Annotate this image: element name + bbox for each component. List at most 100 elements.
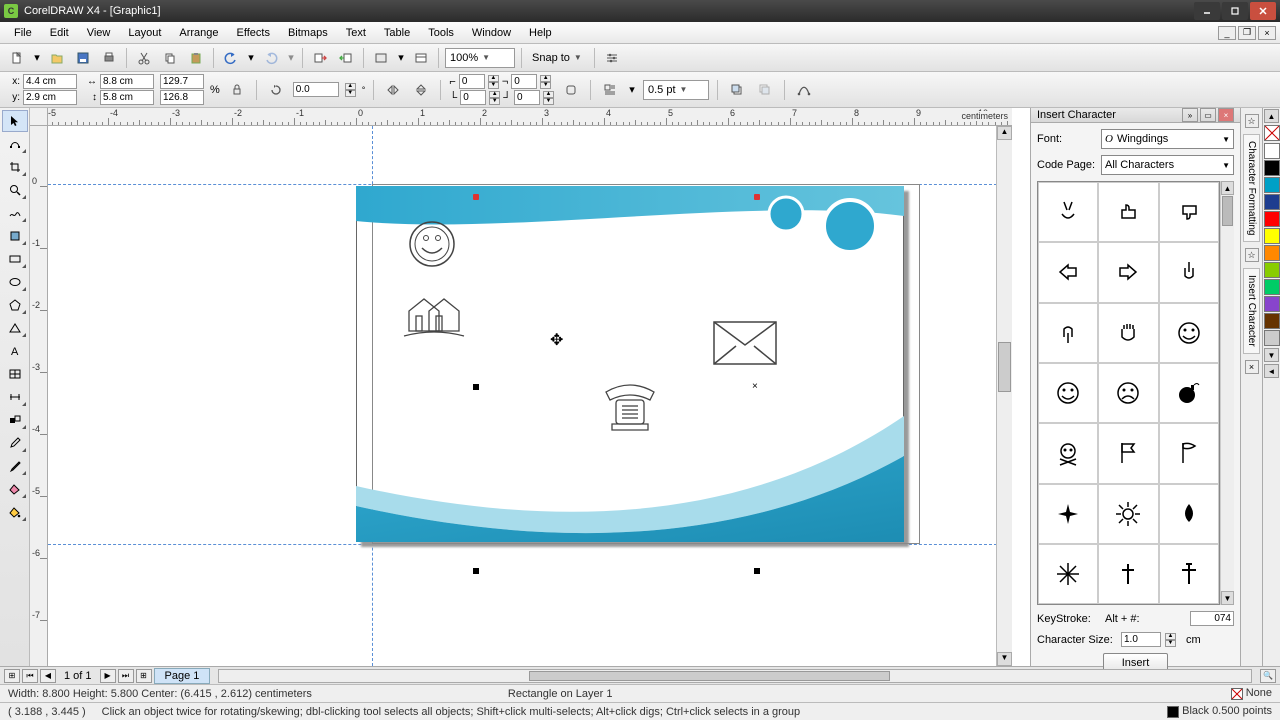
open-button[interactable] bbox=[46, 47, 68, 69]
cut-button[interactable] bbox=[133, 47, 155, 69]
to-front-button[interactable] bbox=[726, 79, 748, 101]
rotation-input[interactable] bbox=[293, 82, 339, 97]
shape-tool[interactable] bbox=[2, 133, 28, 155]
font-combo[interactable]: OWingdings▼ bbox=[1101, 129, 1234, 149]
round-corners-together-button[interactable] bbox=[560, 79, 582, 101]
selection-handle[interactable] bbox=[754, 568, 760, 574]
corner-tr-input[interactable] bbox=[511, 74, 537, 89]
undo-dropdown[interactable]: ▾ bbox=[246, 51, 256, 64]
paste-button[interactable] bbox=[185, 47, 207, 69]
welcome-button[interactable] bbox=[410, 47, 432, 69]
corner-tl-input[interactable] bbox=[459, 74, 485, 89]
options-button[interactable] bbox=[601, 47, 623, 69]
basic-shapes-tool[interactable] bbox=[2, 317, 28, 339]
node-handle[interactable] bbox=[473, 194, 479, 200]
corner-br-input[interactable] bbox=[514, 90, 540, 105]
char-cell[interactable] bbox=[1038, 484, 1098, 544]
y-input[interactable] bbox=[23, 90, 77, 105]
menu-layout[interactable]: Layout bbox=[120, 24, 169, 42]
page-first-button[interactable]: ⏮ bbox=[22, 669, 38, 683]
mirror-v-button[interactable] bbox=[410, 79, 432, 101]
canvas-hscroll[interactable] bbox=[218, 669, 1252, 683]
codepage-combo[interactable]: All Characters▼ bbox=[1101, 155, 1234, 175]
node-handle[interactable] bbox=[754, 194, 760, 200]
text-tool[interactable]: A bbox=[2, 340, 28, 362]
char-cell[interactable] bbox=[1159, 242, 1219, 302]
menu-help[interactable]: Help bbox=[521, 24, 560, 42]
outline-width-combo[interactable]: 0.5 pt▼ bbox=[643, 80, 709, 100]
rotation-spinner[interactable]: ▲▼ bbox=[345, 83, 356, 97]
copy-button[interactable] bbox=[159, 47, 181, 69]
color-swatch[interactable] bbox=[1264, 228, 1280, 244]
char-cell[interactable] bbox=[1038, 423, 1098, 483]
docker-titlebar[interactable]: Insert Character » ▭ × bbox=[1031, 108, 1240, 123]
corner-bl-input[interactable] bbox=[460, 90, 486, 105]
menu-edit[interactable]: Edit bbox=[42, 24, 77, 42]
dimension-tool[interactable] bbox=[2, 386, 28, 408]
char-cell[interactable] bbox=[1159, 363, 1219, 423]
page-add-after-button[interactable]: ⊞ bbox=[136, 669, 152, 683]
ellipse-tool[interactable] bbox=[2, 271, 28, 293]
selection-handle[interactable] bbox=[473, 568, 479, 574]
x-input[interactable] bbox=[23, 74, 77, 89]
lock-ratio-button[interactable] bbox=[226, 79, 248, 101]
no-fill-swatch[interactable] bbox=[1264, 125, 1280, 141]
corner-spinner[interactable]: ▲▼ bbox=[488, 75, 499, 89]
tabstrip-close-button[interactable]: × bbox=[1245, 360, 1259, 374]
char-cell[interactable] bbox=[1159, 544, 1219, 604]
smart-fill-tool[interactable] bbox=[2, 225, 28, 247]
page-add-button[interactable]: ⊞ bbox=[4, 669, 20, 683]
tab-char-formatting[interactable]: Character Formatting bbox=[1243, 134, 1260, 242]
pick-tool[interactable] bbox=[2, 110, 28, 132]
snap-combo[interactable]: Snap to▼ bbox=[528, 48, 588, 68]
scale-y-input[interactable] bbox=[160, 90, 204, 105]
char-cell[interactable] bbox=[1159, 303, 1219, 363]
char-cell[interactable] bbox=[1098, 544, 1158, 604]
palette-up-button[interactable]: ▲ bbox=[1264, 109, 1279, 123]
mdi-close-button[interactable]: × bbox=[1258, 26, 1276, 40]
menu-bitmaps[interactable]: Bitmaps bbox=[280, 24, 336, 42]
convert-curves-button[interactable] bbox=[793, 79, 815, 101]
char-cell[interactable] bbox=[1159, 423, 1219, 483]
char-cell[interactable] bbox=[1159, 484, 1219, 544]
outline-indicator[interactable]: Black 0.500 points bbox=[1167, 705, 1272, 717]
mirror-h-button[interactable] bbox=[382, 79, 404, 101]
print-button[interactable] bbox=[98, 47, 120, 69]
new-button[interactable] bbox=[6, 47, 28, 69]
minimize-button[interactable] bbox=[1194, 2, 1220, 20]
menu-table[interactable]: Table bbox=[376, 24, 418, 42]
wrap-text-button[interactable] bbox=[599, 79, 621, 101]
menu-arrange[interactable]: Arrange bbox=[171, 24, 226, 42]
zoom-combo[interactable]: 100%▼ bbox=[445, 48, 515, 68]
page-prev-button[interactable]: ◀ bbox=[40, 669, 56, 683]
docker-close-button[interactable]: × bbox=[1218, 108, 1234, 122]
save-button[interactable] bbox=[72, 47, 94, 69]
char-scroll[interactable]: ▲▼ bbox=[1220, 181, 1234, 605]
char-cell[interactable] bbox=[1098, 182, 1158, 242]
mdi-minimize-button[interactable]: _ bbox=[1218, 26, 1236, 40]
horizontal-ruler[interactable]: -6-5-4-3-2-101234567891011 bbox=[48, 108, 1012, 126]
rectangle-tool[interactable] bbox=[2, 248, 28, 270]
char-cell[interactable] bbox=[1098, 423, 1158, 483]
selection-handle[interactable] bbox=[473, 384, 479, 390]
char-cell[interactable] bbox=[1159, 182, 1219, 242]
mdi-restore-button[interactable]: ❐ bbox=[1238, 26, 1256, 40]
height-input[interactable] bbox=[100, 90, 154, 105]
corner-spinner[interactable]: ▲▼ bbox=[543, 91, 554, 105]
close-button[interactable] bbox=[1250, 2, 1276, 20]
corner-spinner[interactable]: ▲▼ bbox=[489, 91, 500, 105]
selection-center[interactable]: × bbox=[752, 381, 758, 392]
freehand-tool[interactable] bbox=[2, 202, 28, 224]
menu-file[interactable]: File bbox=[6, 24, 40, 42]
corner-spinner[interactable]: ▲▼ bbox=[540, 75, 551, 89]
char-size-input[interactable] bbox=[1121, 632, 1161, 647]
color-swatch[interactable] bbox=[1264, 160, 1280, 176]
color-swatch[interactable] bbox=[1264, 262, 1280, 278]
tab-insert-character[interactable]: Insert Character bbox=[1243, 268, 1260, 354]
ruler-origin[interactable] bbox=[30, 108, 48, 126]
char-cell[interactable] bbox=[1038, 242, 1098, 302]
zoom-tool[interactable] bbox=[2, 179, 28, 201]
redo-dropdown[interactable]: ▾ bbox=[286, 51, 296, 64]
width-input[interactable] bbox=[100, 74, 154, 89]
color-swatch[interactable] bbox=[1264, 330, 1280, 346]
